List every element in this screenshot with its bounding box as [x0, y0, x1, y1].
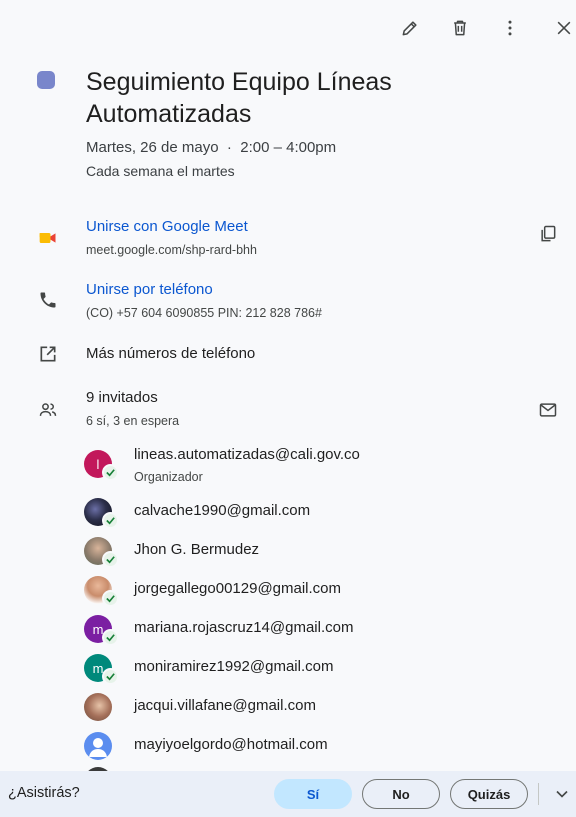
accepted-check-icon: [102, 629, 119, 646]
meet-url: meet.google.com/shp-rard-bhh: [86, 243, 257, 257]
close-button[interactable]: [550, 14, 576, 42]
rsvp-bar: ¿Asistirás? Sí No Quizás: [0, 771, 576, 817]
people-icon: [36, 398, 60, 422]
mail-icon: [539, 403, 557, 417]
chevron-down-icon: [556, 790, 568, 798]
guest-row[interactable]: m mariana.rojascruz14@gmail.com: [84, 615, 524, 651]
accepted-check-icon: [102, 551, 119, 568]
rsvp-options-button[interactable]: [552, 784, 572, 804]
delete-button[interactable]: [446, 14, 474, 42]
rsvp-yes-button[interactable]: Sí: [274, 779, 352, 809]
toolbar: [0, 0, 576, 56]
close-icon: [557, 21, 571, 35]
event-datetime: Martes, 26 de mayo · 2:00 – 4:00pm: [86, 139, 337, 156]
copy-link-button[interactable]: [534, 220, 562, 248]
event-title: Seguimiento Equipo Líneas Automatizadas: [86, 68, 392, 128]
guest-name: lineas.automatizadas@cali.gov.co: [134, 446, 360, 463]
accepted-check-icon: [102, 464, 119, 481]
avatar: [84, 693, 112, 721]
guest-row[interactable]: jorgegallego00129@gmail.com: [84, 576, 524, 612]
guest-row[interactable]: m moniramirez1992@gmail.com: [84, 654, 524, 690]
accepted-check-icon: [102, 668, 119, 685]
rsvp-question: ¿Asistirás?: [8, 785, 80, 801]
copy-icon: [541, 225, 556, 242]
guest-summary: 6 sí, 3 en espera: [86, 414, 180, 428]
guest-row[interactable]: jacqui.villafane@gmail.com: [84, 693, 524, 729]
guest-row[interactable]: Jhon G. Bermudez: [84, 537, 524, 573]
more-vert-icon: [508, 20, 512, 36]
guest-count: 9 invitados: [86, 389, 158, 406]
rsvp-maybe-button[interactable]: Quizás: [450, 779, 528, 809]
video-camera-icon: [36, 226, 60, 250]
guest-name: jorgegallego00129@gmail.com: [134, 580, 342, 597]
default-avatar-icon: [89, 738, 107, 757]
guest-row[interactable]: l lineas.automatizadas@cali.gov.co Organ…: [84, 446, 524, 486]
guest-row[interactable]: mayiyoelgordo@hotmail.com: [84, 732, 524, 768]
join-phone-link[interactable]: Unirse por teléfono: [86, 281, 213, 298]
guest-name: mayiyoelgordo@hotmail.com: [134, 736, 328, 753]
guest-name: calvache1990@gmail.com: [134, 502, 311, 519]
divider: [538, 783, 539, 805]
event-color-swatch: [37, 71, 55, 89]
accepted-check-icon: [102, 590, 119, 607]
guest-name: Jhon G. Bermudez: [134, 541, 260, 558]
guest-role: Organizador: [134, 470, 203, 484]
phone-icon: [36, 288, 60, 312]
email-guests-button[interactable]: [534, 396, 562, 424]
accepted-check-icon: [102, 512, 119, 529]
trash-icon: [454, 20, 466, 36]
more-options-button[interactable]: [496, 14, 524, 42]
pencil-icon: [402, 21, 417, 36]
edit-button[interactable]: [396, 14, 424, 42]
open-external-icon: [36, 342, 60, 366]
guest-row[interactable]: calvache1990@gmail.com: [84, 498, 524, 534]
avatar: [84, 732, 112, 760]
guest-name: mariana.rojascruz14@gmail.com: [134, 619, 354, 636]
rsvp-no-button[interactable]: No: [362, 779, 440, 809]
phone-details: (CO) +57 604 6090855 PIN: 212 828 786#: [86, 306, 322, 320]
guest-name: moniramirez1992@gmail.com: [134, 658, 334, 675]
event-recurrence: Cada semana el martes: [86, 163, 235, 179]
more-phone-numbers-link[interactable]: Más números de teléfono: [86, 345, 255, 362]
guest-name: jacqui.villafane@gmail.com: [134, 697, 316, 714]
join-meet-link[interactable]: Unirse con Google Meet: [86, 218, 248, 235]
